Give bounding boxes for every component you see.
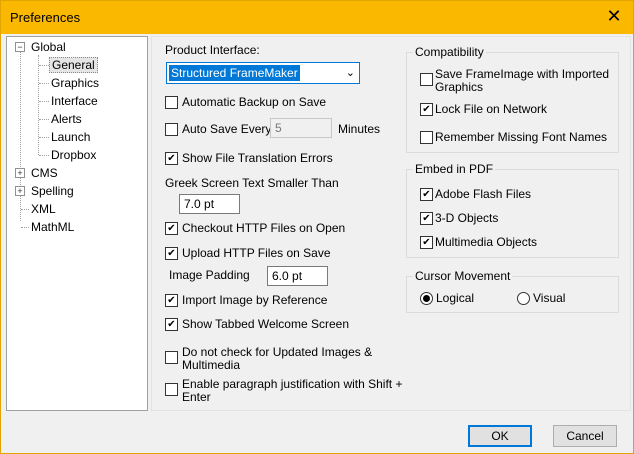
tree-connector [39,137,49,138]
auto-save-minutes-input[interactable]: 5 [270,118,332,138]
tree-connector [21,227,29,228]
embed-pdf-group-title: Embed in PDF [413,162,496,176]
tree-connector [39,65,49,66]
multimedia-objects-checkbox[interactable] [420,236,433,249]
no-check-updated-checkbox[interactable] [165,351,178,364]
no-check-updated-label-line1: Do not check for Updated Images & [182,345,373,359]
close-icon[interactable]: ✕ [603,5,625,27]
automatic-backup-checkbox[interactable] [165,96,178,109]
preferences-dialog: Preferences ✕ − Global General Graphics … [0,0,634,454]
flash-files-label: Adobe Flash Files [435,187,532,201]
para-justification-label-line2: Enter [182,390,211,404]
minutes-label: Minutes [338,122,381,136]
tree-item-xml[interactable]: XML [31,201,56,217]
general-settings-panel: Product Interface: Structured FrameMaker… [151,36,631,411]
compatibility-group-title: Compatibility [413,45,486,59]
tree-connector [21,209,29,210]
tree-connector [39,119,49,120]
no-check-updated-label-line2: Multimedia [182,358,241,372]
flash-files-checkbox[interactable] [420,188,433,201]
tree-item-global[interactable]: Global [31,39,66,55]
cursor-movement-group-title: Cursor Movement [413,269,513,283]
embed-pdf-group: Embed in PDF Adobe Flash Files 3-D Objec… [406,162,619,258]
cursor-movement-group: Cursor Movement Logical Visual [406,269,619,313]
cancel-button[interactable]: Cancel [553,425,617,447]
automatic-backup-label: Automatic Backup on Save [182,95,327,109]
tree-item-launch[interactable]: Launch [51,129,90,145]
lock-file-label: Lock File on Network [435,102,548,116]
multimedia-objects-label: Multimedia Objects [435,235,538,249]
expand-icon[interactable]: + [15,168,25,178]
compatibility-group: Compatibility Save FrameImage with Impor… [406,45,619,153]
visual-label: Visual [533,291,566,305]
checkout-http-label: Checkout HTTP Files on Open [182,221,346,235]
tree-item-label: General [49,57,98,73]
show-translation-errors-checkbox[interactable] [165,152,178,165]
product-interface-select[interactable]: Structured FrameMaker ⌄ [166,62,360,84]
dialog-title: Preferences [10,10,81,25]
product-interface-label: Product Interface: [165,43,260,57]
tree-connector [38,55,39,155]
title-bar: Preferences ✕ [1,1,633,34]
expand-icon[interactable]: + [15,186,25,196]
tree-item-interface[interactable]: Interface [51,93,98,109]
tree-item-cms[interactable]: CMS [31,165,58,181]
remember-fonts-checkbox[interactable] [420,131,433,144]
para-justification-checkbox[interactable] [165,383,178,396]
import-by-reference-label: Import Image by Reference [182,293,328,307]
logical-radio[interactable] [420,292,433,305]
image-padding-label: Image Padding [169,268,250,282]
logical-label: Logical [436,291,475,305]
upload-http-label: Upload HTTP Files on Save [182,246,331,260]
auto-save-checkbox[interactable] [165,123,178,136]
lock-file-checkbox[interactable] [420,103,433,116]
3d-objects-label: 3-D Objects [435,211,499,225]
tree-connector [39,83,49,84]
save-frameimage-label-line1: Save FrameImage with Imported [435,67,610,81]
tree-connector [39,155,49,156]
save-frameimage-label-line2: Graphics [435,80,484,94]
tabbed-welcome-checkbox[interactable] [165,318,178,331]
auto-save-label: Auto Save Every [182,122,272,136]
remember-fonts-label: Remember Missing Font Names [435,130,608,144]
para-justification-label-line1: Enable paragraph justification with Shif… [182,377,403,391]
greek-text-input[interactable]: 7.0 pt [179,194,240,214]
tree-item-mathml[interactable]: MathML [31,219,74,235]
tree-item-general[interactable]: General [49,57,98,73]
category-tree: − Global General Graphics Interface Aler… [6,36,148,411]
image-padding-input[interactable]: 6.0 pt [267,266,328,286]
tree-item-spelling[interactable]: Spelling [31,183,74,199]
tree-item-dropbox[interactable]: Dropbox [51,147,96,163]
checkout-http-checkbox[interactable] [165,222,178,235]
tree-connector [39,101,49,102]
tabbed-welcome-label: Show Tabbed Welcome Screen [182,317,349,331]
3d-objects-checkbox[interactable] [420,212,433,225]
greek-text-label: Greek Screen Text Smaller Than [165,176,339,190]
save-frameimage-checkbox[interactable] [420,73,433,86]
upload-http-checkbox[interactable] [165,247,178,260]
ok-button[interactable]: OK [468,425,532,447]
tree-item-alerts[interactable]: Alerts [51,111,82,127]
tree-item-graphics[interactable]: Graphics [51,75,99,91]
collapse-icon[interactable]: − [15,42,25,52]
visual-radio[interactable] [517,292,530,305]
show-translation-errors-label: Show File Translation Errors [182,151,333,165]
import-by-reference-checkbox[interactable] [165,294,178,307]
chevron-down-icon: ⌄ [345,67,355,79]
product-interface-value: Structured FrameMaker [169,65,300,81]
